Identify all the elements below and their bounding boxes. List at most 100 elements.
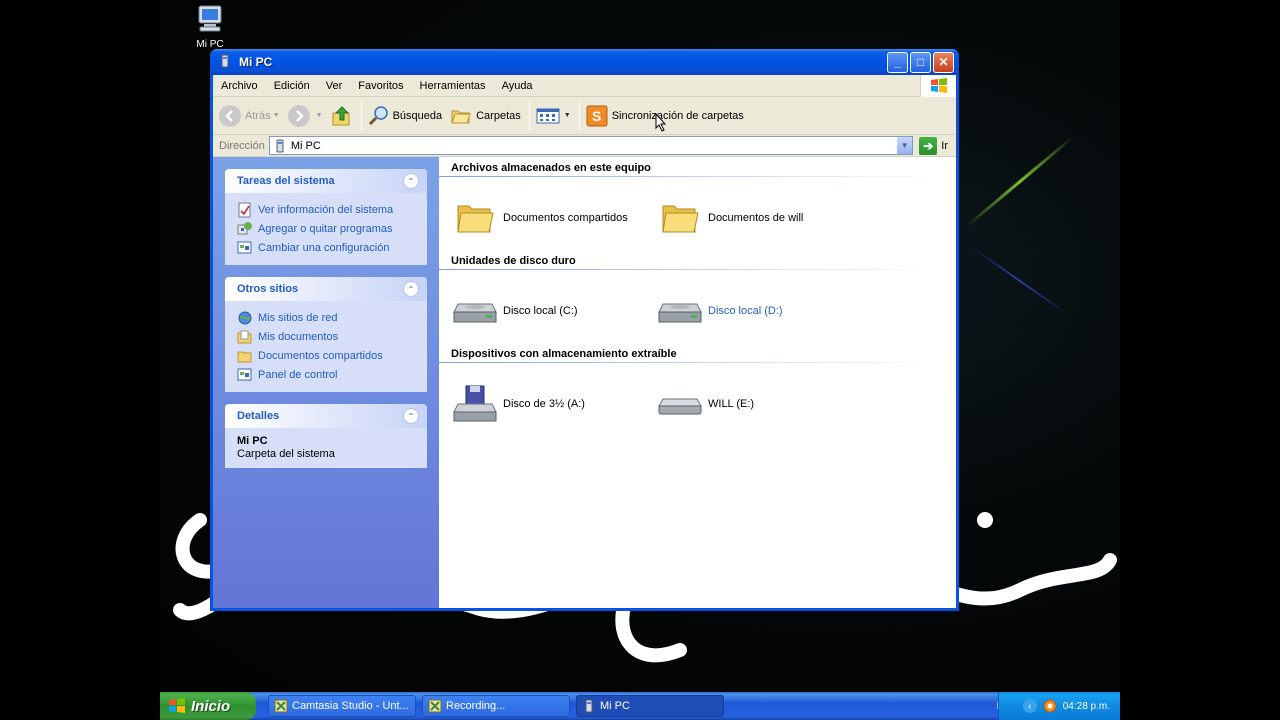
details-description: Carpeta del sistema <box>237 448 335 460</box>
go-button[interactable]: ➔ Ir <box>919 136 948 155</box>
menu-edicion[interactable]: Edición <box>266 80 318 92</box>
menu-ayuda[interactable]: Ayuda <box>494 80 541 92</box>
search-icon <box>368 105 388 125</box>
taskbar: Inicio Camtasia Studio - Unt... Recordin… <box>160 692 1120 720</box>
panel-system-tasks: Tareas del sistema ⌃ Ver información del… <box>225 169 427 265</box>
item-label: Disco local (D:) <box>708 305 783 317</box>
folders-button[interactable]: Carpetas <box>450 106 521 126</box>
item-local-disk-d[interactable]: Disco local (D:) <box>656 289 861 333</box>
minimize-button[interactable]: _ <box>887 51 908 73</box>
collapse-icon[interactable]: ⌃ <box>403 281 419 297</box>
my-documents-icon <box>237 330 252 343</box>
address-bar: Dirección Mi PC ▼ ➔ Ir <box>213 135 956 157</box>
link-label: Documentos compartidos <box>258 349 383 362</box>
item-local-disk-c[interactable]: Disco local (C:) <box>451 289 656 333</box>
back-button[interactable]: Atrás ▼ <box>219 104 280 127</box>
item-label: Documentos compartidos <box>503 212 628 224</box>
panel-header-details[interactable]: Detalles ⌃ <box>225 404 427 428</box>
camtasia-icon <box>274 699 288 713</box>
system-tray: ‹ 04:28 p.m. <box>998 692 1120 720</box>
toolbar-separator <box>528 101 530 130</box>
views-dropdown-icon[interactable]: ▼ <box>564 112 571 119</box>
group-title-hard-drives: Unidades de disco duro <box>451 255 576 267</box>
start-label: Inicio <box>191 697 231 715</box>
folders-label: Carpetas <box>476 109 521 122</box>
menu-herramientas[interactable]: Herramientas <box>412 80 494 92</box>
up-folder-icon <box>332 105 350 125</box>
title-bar[interactable]: Mi PC _ □ ✕ <box>210 49 959 75</box>
windows-flag-icon <box>930 78 947 93</box>
add-remove-programs-icon <box>237 221 252 234</box>
tray-expand-icon[interactable]: ‹ <box>1022 699 1037 713</box>
link-network-places[interactable]: Mis sitios de red <box>237 308 415 327</box>
forward-arrow-icon <box>287 104 310 127</box>
group-title-removable-devices: Dispositivos con almacenamiento extraíbl… <box>451 348 677 360</box>
sync-folders-icon: S <box>586 105 608 126</box>
folder-icon <box>662 205 699 233</box>
floppy-drive-icon <box>453 385 497 422</box>
taskbar-item-my-computer[interactable]: Mi PC <box>576 695 724 717</box>
address-value: Mi PC <box>290 139 321 152</box>
link-label: Cambiar una configuración <box>258 241 390 254</box>
back-dropdown-icon[interactable]: ▼ <box>273 112 280 119</box>
taskbar-item-recording[interactable]: Recording... <box>422 695 570 717</box>
link-change-setting[interactable]: Cambiar una configuración <box>237 238 415 257</box>
close-icon: ✕ <box>938 55 949 69</box>
desktop-icon-my-computer[interactable]: Mi PC <box>190 4 230 50</box>
search-label: Búsqueda <box>392 109 443 122</box>
views-button[interactable]: ▼ <box>536 107 571 125</box>
toolbar: Atrás ▼ ▼ Búsqueda Carpetas ▼ S Sincroni… <box>213 97 956 135</box>
wallpaper-streak <box>965 135 1075 228</box>
menu-ver[interactable]: Ver <box>318 80 351 92</box>
forward-dropdown-icon[interactable]: ▼ <box>316 112 323 119</box>
content-area: Tareas del sistema ⌃ Ver información del… <box>213 157 956 608</box>
address-field[interactable]: Mi PC ▼ <box>268 136 914 155</box>
collapse-icon[interactable]: ⌃ <box>403 408 419 424</box>
control-panel-icon <box>237 241 252 253</box>
item-label: Disco de 3½ (A:) <box>503 398 585 410</box>
go-label: Ir <box>941 139 948 152</box>
link-control-panel[interactable]: Panel de control <box>237 365 415 384</box>
computer-icon <box>585 699 593 713</box>
minimize-icon: _ <box>894 55 901 69</box>
group-divider <box>439 269 939 270</box>
address-dropdown-button[interactable]: ▼ <box>897 137 913 154</box>
start-button[interactable]: Inicio <box>160 692 256 720</box>
panel-title: Otros sitios <box>237 283 299 295</box>
menu-bar: Archivo Edición Ver Favoritos Herramient… <box>213 75 956 97</box>
link-label: Panel de control <box>258 368 338 381</box>
up-folder-button[interactable] <box>331 105 353 127</box>
mouse-cursor-icon <box>655 113 667 132</box>
folder-icon <box>457 205 494 233</box>
maximize-button[interactable]: □ <box>910 51 931 73</box>
link-my-documents[interactable]: Mis documentos <box>237 327 415 346</box>
camtasia-icon <box>428 699 442 713</box>
item-will-documents[interactable]: Documentos de will <box>656 196 861 240</box>
link-add-remove-programs[interactable]: Agregar o quitar programas <box>237 219 415 238</box>
collapse-icon[interactable]: ⌃ <box>403 173 419 189</box>
close-button[interactable]: ✕ <box>933 51 954 73</box>
item-shared-documents[interactable]: Documentos compartidos <box>451 196 656 240</box>
taskbar-item-label: Mi PC <box>600 700 630 712</box>
panel-header-other-places[interactable]: Otros sitios ⌃ <box>225 277 427 301</box>
tray-app-icon[interactable] <box>1043 699 1057 713</box>
taskbar-item-camtasia[interactable]: Camtasia Studio - Unt... <box>268 695 416 717</box>
item-label: Documentos de will <box>708 212 804 224</box>
item-label: Disco local (C:) <box>503 305 578 317</box>
link-label: Mis sitios de red <box>258 311 338 324</box>
menu-favoritos[interactable]: Favoritos <box>350 80 411 92</box>
panel-title: Detalles <box>237 410 280 422</box>
forward-button[interactable]: ▼ <box>287 104 323 127</box>
taskbar-item-label: Camtasia Studio - Unt... <box>292 700 409 712</box>
windows-logo <box>920 75 956 97</box>
menu-archivo[interactable]: Archivo <box>213 80 266 92</box>
chevron-down-icon: ▼ <box>900 141 909 150</box>
group-divider <box>439 362 939 363</box>
link-shared-documents[interactable]: Documentos compartidos <box>237 346 415 365</box>
panel-header-system-tasks[interactable]: Tareas del sistema ⌃ <box>225 169 427 193</box>
item-floppy-a[interactable]: Disco de 3½ (A:) <box>451 382 656 426</box>
link-view-system-info[interactable]: Ver información del sistema <box>237 200 415 219</box>
item-will-e[interactable]: WILL (E:) <box>656 382 861 426</box>
views-icon <box>536 108 560 123</box>
search-button[interactable]: Búsqueda <box>368 105 443 127</box>
